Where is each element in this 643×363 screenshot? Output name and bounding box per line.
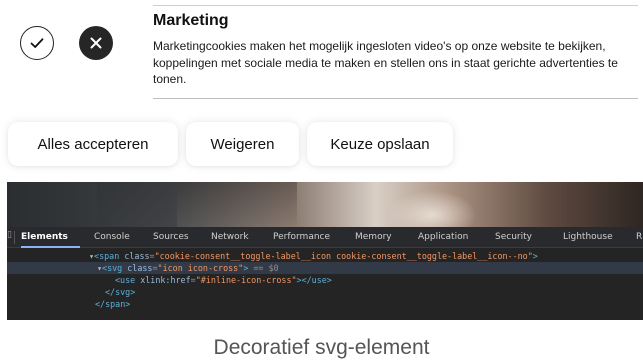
save-choice-button[interactable]: Keuze opslaan — [307, 122, 453, 166]
top-divider — [153, 5, 638, 6]
tab-network[interactable]: Network — [211, 227, 249, 248]
tab-performance[interactable]: Performance — [273, 227, 330, 248]
tab-elements[interactable]: Elements — [21, 227, 68, 248]
decline-button[interactable]: Weigeren — [186, 122, 299, 166]
category-title: Marketing — [153, 12, 229, 29]
active-tab-indicator — [21, 246, 80, 248]
photo-shadow — [7, 182, 177, 227]
section-divider — [153, 98, 638, 99]
dom-line-svg-selected[interactable]: ▾<svg class="icon icon-cross"> == $0 — [7, 262, 643, 274]
reject-toggle[interactable] — [79, 26, 113, 60]
tab-separator — [14, 231, 15, 244]
dom-line-span[interactable]: ▾<span class="cookie-consent__toggle-lab… — [7, 250, 643, 262]
dom-line-use[interactable]: <use xlink:href="#inline-icon-cross"></u… — [7, 274, 643, 286]
tab-overflow[interactable]: R — [636, 227, 642, 248]
figure-caption: Decoratief svg-element — [213, 336, 430, 359]
tab-application[interactable]: Application — [418, 227, 468, 248]
dom-line-span-close[interactable]: </span> — [7, 298, 643, 310]
dock-icon[interactable]: ▯ — [7, 230, 13, 244]
devtools-tab-bar: ▯ Elements Console Sources Network Perfo… — [7, 227, 643, 248]
tab-security[interactable]: Security — [495, 227, 532, 248]
accept-all-button[interactable]: Alles accepteren — [8, 122, 178, 166]
tab-lighthouse[interactable]: Lighthouse — [563, 227, 613, 248]
tab-console[interactable]: Console — [94, 227, 130, 248]
background-photo — [7, 182, 643, 227]
accept-toggle[interactable] — [20, 26, 54, 60]
cross-icon — [90, 37, 102, 49]
devtools-panel: ▯ Elements Console Sources Network Perfo… — [7, 227, 643, 320]
check-icon — [30, 38, 44, 48]
tab-sources[interactable]: Sources — [153, 227, 189, 248]
category-description: Marketingcookies maken het mogelijk inge… — [153, 39, 618, 86]
tab-memory[interactable]: Memory — [355, 227, 392, 248]
dom-line-svg-close[interactable]: </svg> — [7, 286, 643, 298]
